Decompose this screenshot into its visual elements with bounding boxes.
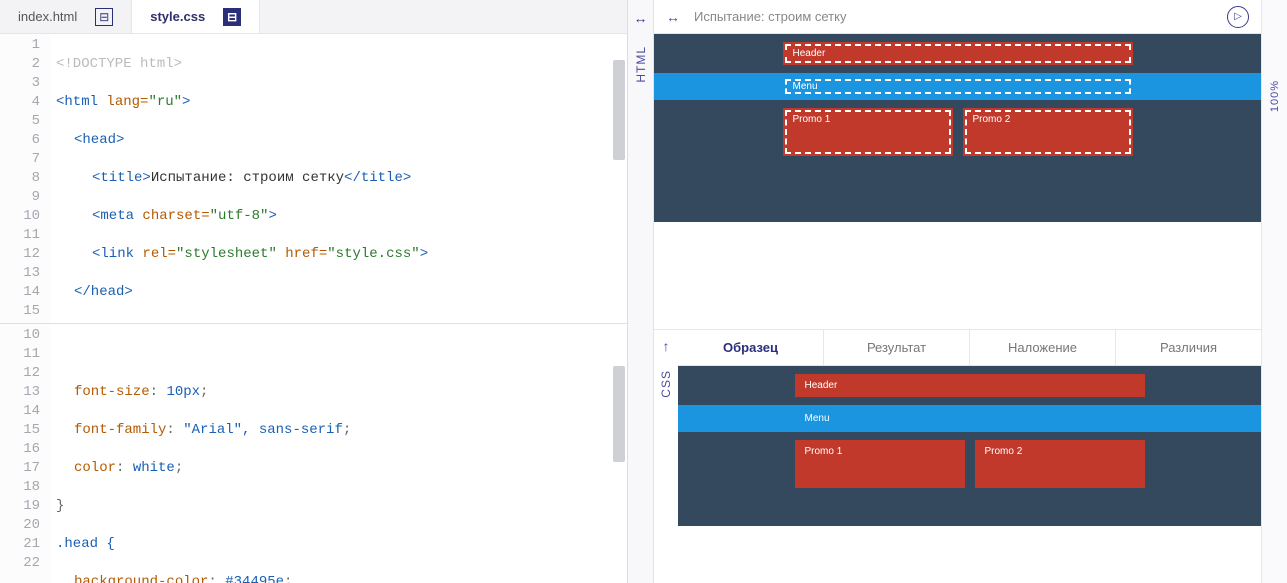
sample-promo-2: Promo 2 (975, 440, 1145, 488)
sample-menu: Menu (795, 409, 1145, 428)
css-rail-label[interactable]: CSS (659, 370, 673, 398)
sample-header: Header (795, 374, 1145, 397)
code-css[interactable]: font-size: 10px; font-family: "Arial", s… (50, 324, 627, 583)
preview-header: ↔ Испытание: строим сетку ▷ (654, 0, 1261, 34)
file-tabs: index.html ⊟ style.css ⊟ (0, 0, 627, 34)
tab-result[interactable]: Результат (824, 330, 970, 365)
split-icon[interactable]: ⊟ (95, 8, 113, 26)
code-html[interactable]: <!DOCTYPE html> <html lang="ru"> <head> … (50, 34, 627, 323)
app-root: index.html ⊟ style.css ⊟ 1 2 3 4 5 6 7 8 (0, 0, 1287, 583)
resize-icon[interactable]: ↔ (634, 10, 648, 26)
gutter-css: 10 11 12 13 14 15 16 17 18 19 20 21 22 (0, 324, 50, 583)
rendered-page: Header Menu Promo 1 Promo 2 (654, 34, 1261, 222)
tab-label: index.html (18, 9, 77, 24)
editor-pane: index.html ⊟ style.css ⊟ 1 2 3 4 5 6 7 8 (0, 0, 628, 583)
result-tabs: Образец Результат Наложение Различия (678, 330, 1261, 366)
html-rail-label[interactable]: HTML (634, 46, 648, 83)
tab-index-html[interactable]: index.html ⊟ (0, 0, 132, 33)
mock-promo-1: Promo 1 (783, 108, 953, 156)
preview-result: Header Menu Promo 1 Promo 2 (654, 34, 1261, 330)
tab-overlay[interactable]: Наложение (970, 330, 1116, 365)
css-rail: ↑ CSS (654, 330, 678, 583)
sample-render[interactable]: Header Menu Promo 1 Promo 2 (678, 366, 1261, 583)
sample-page: Header Menu Promo 1 Promo 2 (678, 366, 1261, 526)
editor-html[interactable]: 1 2 3 4 5 6 7 8 9 10 11 12 13 14 15 16 (0, 34, 627, 324)
zoom-label[interactable]: 100% (1269, 80, 1281, 112)
mock-header: Header (783, 42, 1133, 65)
tab-label: style.css (150, 9, 205, 24)
tab-sample[interactable]: Образец (678, 330, 824, 365)
tab-diff[interactable]: Различия (1116, 330, 1261, 365)
scrollbar-css[interactable] (613, 366, 625, 462)
run-button[interactable]: ▷ (1227, 6, 1249, 28)
gutter-html: 1 2 3 4 5 6 7 8 9 10 11 12 13 14 15 16 (0, 34, 50, 323)
mock-menu: Menu (783, 77, 1133, 96)
sample-promo-1: Promo 1 (795, 440, 965, 488)
preview-title: Испытание: строим сетку (694, 9, 846, 24)
mock-promo-2: Promo 2 (963, 108, 1133, 156)
preview-pane: ↔ Испытание: строим сетку ▷ Header Menu … (654, 0, 1261, 583)
render-area[interactable]: Header Menu Promo 1 Promo 2 (654, 34, 1261, 329)
editor-body: 1 2 3 4 5 6 7 8 9 10 11 12 13 14 15 16 (0, 34, 627, 583)
collapse-icon[interactable]: ↑ (663, 338, 670, 354)
editor-css[interactable]: 10 11 12 13 14 15 16 17 18 19 20 21 22 f… (0, 324, 627, 583)
scrollbar-html[interactable] (613, 60, 625, 160)
zoom-rail: 100% (1261, 0, 1287, 583)
tab-style-css[interactable]: style.css ⊟ (132, 0, 260, 33)
play-icon: ▷ (1234, 11, 1242, 22)
preview-sample-area: ↑ CSS Образец Результат Наложение Различ… (654, 330, 1261, 583)
split-icon[interactable]: ⊟ (223, 8, 241, 26)
preview-body: Header Menu Promo 1 Promo 2 ↑ CSS (654, 34, 1261, 583)
resize-icon[interactable]: ↔ (666, 9, 680, 25)
html-rail: ↔ HTML (628, 0, 654, 583)
